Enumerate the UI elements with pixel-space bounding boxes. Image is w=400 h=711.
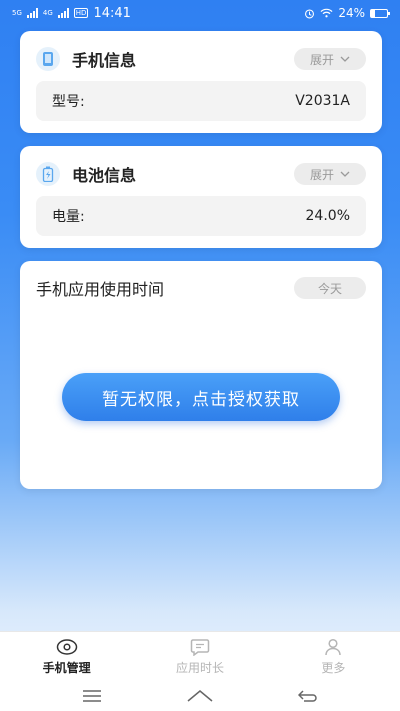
phone-info-expand-button[interactable]: 展开	[294, 48, 366, 70]
status-right: 24%	[304, 6, 390, 20]
nav-label: 更多	[321, 660, 346, 675]
battery-percent: 24%	[338, 6, 365, 20]
system-nav-bar	[0, 681, 400, 711]
signal-icon-2	[57, 8, 69, 18]
today-label: 今天	[317, 281, 342, 296]
model-value: V2031A	[295, 93, 350, 109]
battery-charge-icon	[36, 162, 60, 186]
nav-label: 手机管理	[42, 660, 91, 675]
phone-info-card: 手机信息 展开 型号: V2031A	[20, 31, 382, 133]
nav-label: 应用时长	[175, 660, 224, 675]
app-usage-title: 手机应用使用时间	[36, 280, 165, 299]
phone-info-title: 手机信息	[72, 51, 137, 70]
battery-icon	[370, 8, 390, 18]
status-time: 14:41	[93, 5, 131, 21]
model-label: 型号:	[52, 94, 85, 110]
nav-item-more[interactable]: 更多	[267, 632, 400, 681]
battery-info-card: 电池信息 展开 电量: 24.0%	[20, 146, 382, 248]
home-icon[interactable]	[186, 689, 214, 703]
model-row: 型号: V2031A	[36, 81, 366, 121]
battery-level-value: 24.0%	[305, 208, 350, 224]
wifi-icon	[320, 8, 333, 18]
battery-info-title: 电池信息	[72, 166, 137, 185]
today-filter-button[interactable]: 今天	[294, 277, 366, 299]
hd-badge: HD	[73, 8, 89, 18]
menu-icon[interactable]	[82, 689, 102, 703]
app-usage-card: 手机应用使用时间 今天 暂无权限，点击授权获取	[20, 261, 382, 489]
battery-level-row: 电量: 24.0%	[36, 196, 366, 236]
phone-info-header: 手机信息 展开	[36, 45, 366, 73]
chevron-down-icon	[340, 56, 350, 62]
user-icon	[325, 638, 342, 655]
status-left: 5G 4G HD 14:41	[12, 6, 131, 21]
app-usage-header: 手机应用使用时间 今天	[36, 274, 366, 302]
expand-label: 展开	[309, 167, 334, 182]
chevron-down-icon	[340, 171, 350, 177]
grant-permission-button[interactable]: 暂无权限，点击授权获取	[62, 373, 340, 421]
back-icon[interactable]	[298, 689, 318, 703]
status-bar: 5G 4G HD 14:41 24%	[0, 0, 400, 26]
nav-item-phone-manage[interactable]: 手机管理	[0, 632, 133, 681]
signal-4g-label: 4G	[42, 9, 53, 17]
expand-label: 展开	[309, 52, 334, 67]
battery-info-expand-button[interactable]: 展开	[294, 163, 366, 185]
message-icon	[190, 638, 210, 656]
bottom-nav: 手机管理 应用时长 更多	[0, 631, 400, 681]
phone-icon	[36, 47, 60, 71]
eye-icon	[56, 638, 77, 655]
nav-item-app-duration[interactable]: 应用时长	[133, 632, 266, 681]
signal-icon	[26, 8, 38, 18]
battery-info-header: 电池信息 展开	[36, 160, 366, 188]
signal-5g-label: 5G	[12, 9, 22, 17]
battery-level-label: 电量:	[52, 209, 85, 225]
alarm-icon	[305, 8, 315, 18]
